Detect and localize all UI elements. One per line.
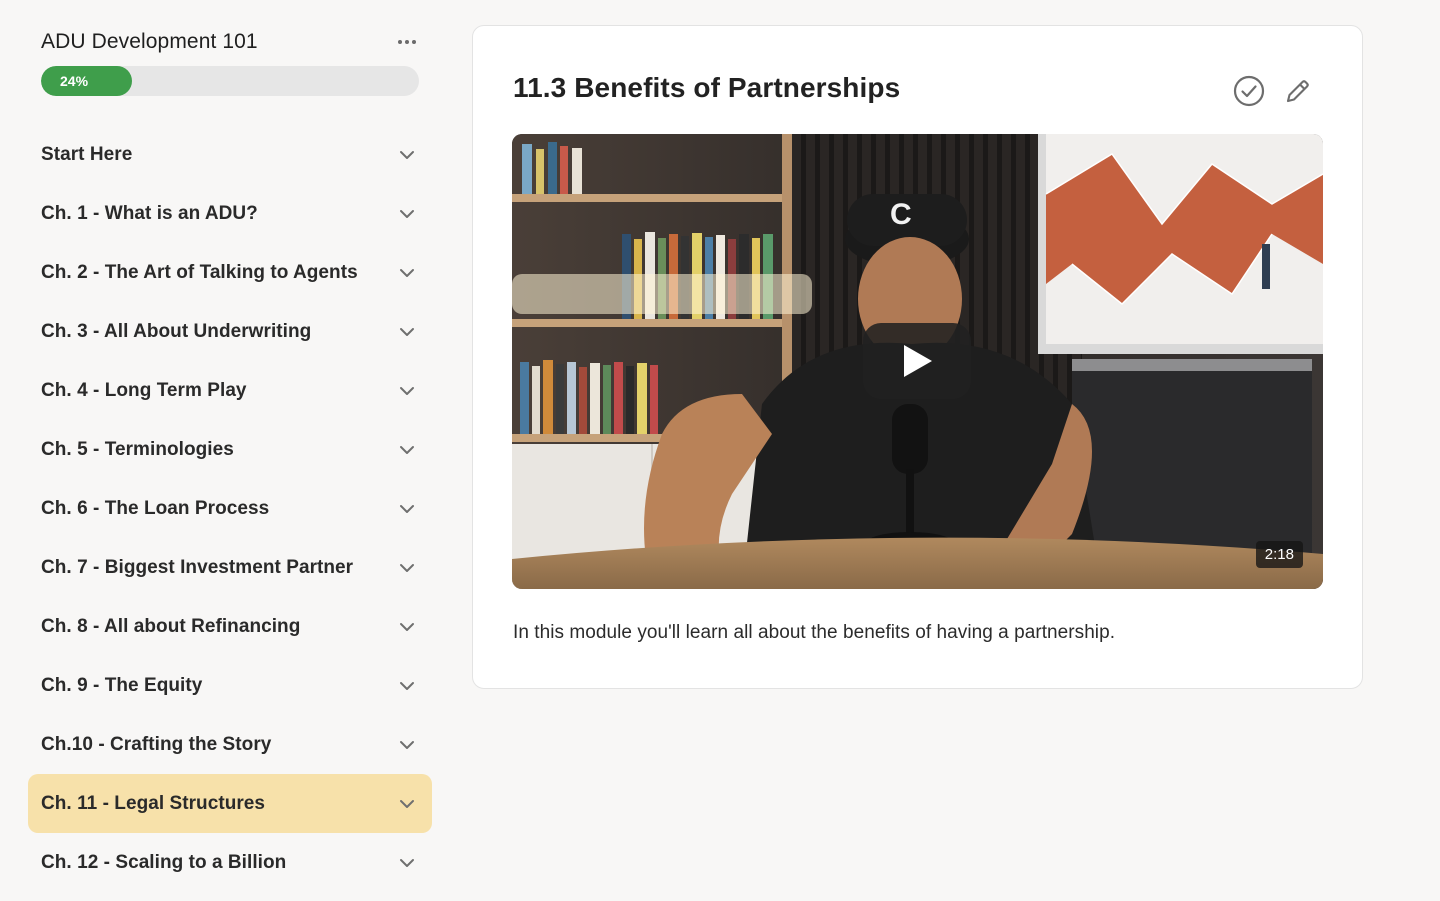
play-button[interactable] <box>863 323 971 399</box>
play-icon <box>904 345 932 377</box>
chevron-down-icon[interactable] <box>399 858 415 868</box>
chevron-down-icon[interactable] <box>399 150 415 160</box>
chapter-item[interactable]: Ch. 8 - All about Refinancing <box>28 597 432 656</box>
chapter-item[interactable]: Ch. 9 - The Equity <box>28 656 432 715</box>
chapter-label: Ch. 11 - Legal Structures <box>41 792 266 814</box>
chapter-list: Start Here Ch. 1 - What is an ADU? Ch. 2 -… <box>28 125 432 892</box>
chevron-down-icon[interactable] <box>399 799 415 809</box>
chapter-label: Ch. 4 - Long Term Play <box>41 379 247 401</box>
more-options-icon[interactable] <box>395 32 419 52</box>
pencil-icon <box>1286 80 1309 103</box>
chevron-down-icon[interactable] <box>399 268 415 278</box>
chapter-label: Ch. 1 - What is an ADU? <box>41 202 258 224</box>
chapter-label: Start Here <box>41 143 133 165</box>
course-progress-label: 24% <box>60 73 89 89</box>
chapter-item[interactable]: Ch. 4 - Long Term Play <box>28 361 432 420</box>
chevron-down-icon[interactable] <box>399 740 415 750</box>
chapter-item[interactable]: Ch. 6 - The Loan Process <box>28 479 432 538</box>
chapter-item[interactable]: Ch. 11 - Legal Structures <box>28 774 432 833</box>
chapter-item[interactable]: Ch. 7 - Biggest Investment Partner <box>28 538 432 597</box>
chapter-label: Ch. 7 - Biggest Investment Partner <box>41 556 354 578</box>
more-dot <box>405 40 409 44</box>
lesson-description: In this module you'll learn all about th… <box>513 622 1116 643</box>
chapter-label: Ch. 8 - All about Refinancing <box>41 615 301 637</box>
course-sidebar: ADU Development 101 24% Start Here Ch. 1 … <box>28 0 432 901</box>
chapter-label: Ch.10 - Crafting the Story <box>41 733 272 755</box>
chapter-item[interactable]: Ch. 1 - What is an ADU? <box>28 184 432 243</box>
video-player[interactable]: C 2:18 <box>512 134 1323 589</box>
lesson-card: 11.3 Benefits of Partnerships C 2:18 In … <box>472 25 1363 689</box>
course-header: ADU Development 101 <box>41 28 419 56</box>
chapter-item[interactable]: Start Here <box>28 125 432 184</box>
chapter-label: Ch. 5 - Terminologies <box>41 438 234 460</box>
lesson-title: 11.3 Benefits of Partnerships <box>513 72 901 103</box>
more-dot <box>398 40 402 44</box>
chevron-down-icon[interactable] <box>399 209 415 219</box>
chevron-down-icon[interactable] <box>399 681 415 691</box>
course-progress-fill: 24% <box>41 66 132 96</box>
course-progress-bar: 24% <box>41 66 419 96</box>
chevron-down-icon[interactable] <box>399 445 415 455</box>
chevron-down-icon[interactable] <box>399 622 415 632</box>
chapter-item[interactable]: Ch. 12 - Scaling to a Billion <box>28 833 432 892</box>
course-title: ADU Development 101 <box>41 30 258 53</box>
chevron-down-icon[interactable] <box>399 327 415 337</box>
chapter-label: Ch. 3 - All About Underwriting <box>41 320 312 342</box>
chapter-label: Ch. 12 - Scaling to a Billion <box>41 851 287 873</box>
mark-complete-button[interactable] <box>1232 74 1266 108</box>
svg-text:C: C <box>890 198 912 231</box>
chapter-label: Ch. 2 - The Art of Talking to Agents <box>41 261 358 283</box>
chapter-label: Ch. 6 - The Loan Process <box>41 497 270 519</box>
more-dot <box>412 40 416 44</box>
chapter-item[interactable]: Ch. 5 - Terminologies <box>28 420 432 479</box>
chevron-down-icon[interactable] <box>399 504 415 514</box>
edit-lesson-button[interactable] <box>1281 74 1315 108</box>
chevron-down-icon[interactable] <box>399 563 415 573</box>
video-duration: 2:18 <box>1255 541 1303 568</box>
chapter-item[interactable]: Ch. 2 - The Art of Talking to Agents <box>28 243 432 302</box>
chapter-item[interactable]: Ch.10 - Crafting the Story <box>28 715 432 774</box>
check-circle-icon <box>1233 75 1265 107</box>
chapter-item[interactable]: Ch. 3 - All About Underwriting <box>28 302 432 361</box>
chapter-label: Ch. 9 - The Equity <box>41 674 203 696</box>
course-page: ADU Development 101 24% Start Here Ch. 1 … <box>0 0 1440 901</box>
chevron-down-icon[interactable] <box>399 386 415 396</box>
